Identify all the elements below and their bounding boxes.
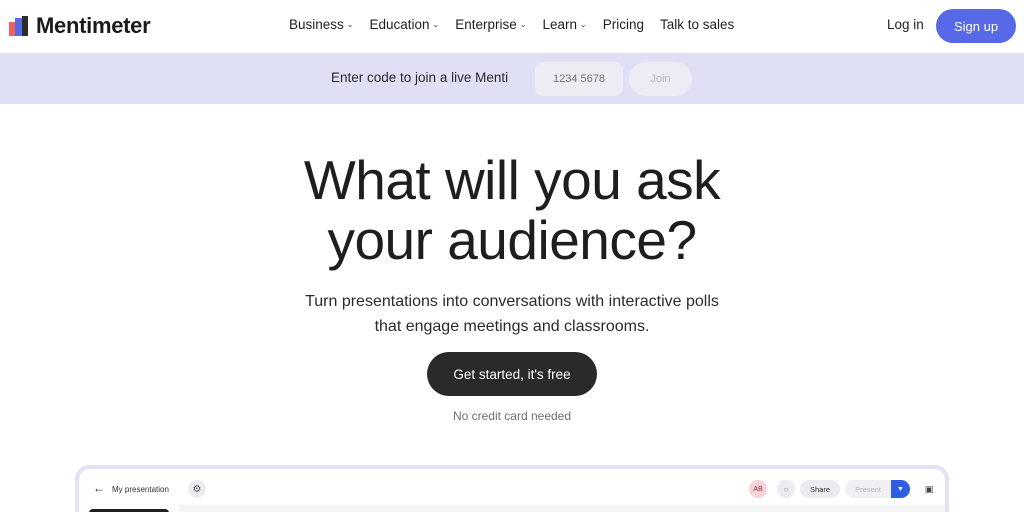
join-code-bar: Enter code to join a live Menti: [0, 53, 1024, 104]
app-preview-window: ← My presentation ⚙ AB ○ Share Present ▼…: [79, 469, 945, 512]
hero-headline: What will you ask your audience?: [0, 150, 1024, 270]
no-credit-card-note: No credit card needed: [452, 409, 572, 423]
nav-enterprise[interactable]: Enterprise ⌄: [455, 17, 526, 32]
top-navbar: Mentimeter Business ⌄ Education ⌄ Enterpri…: [0, 0, 1024, 53]
chevron-down-icon: ⌄: [432, 20, 440, 29]
nav-enterprise-label: Enterprise: [455, 17, 517, 32]
hero-subtitle: Turn presentations into conversations wi…: [0, 289, 1024, 339]
avatar[interactable]: AB: [749, 480, 767, 498]
join-code-label: Enter code to join a live Menti: [331, 70, 509, 85]
join-code-input[interactable]: [535, 62, 623, 96]
chevron-down-icon[interactable]: ▼: [891, 480, 910, 498]
hero-subtitle-line1: Turn presentations into conversations wi…: [305, 293, 719, 310]
nav-education[interactable]: Education ⌄: [369, 17, 439, 32]
chevron-down-icon: ⌄: [519, 20, 527, 29]
mentimeter-logo-icon: [9, 16, 28, 36]
nav-talk-to-sales-label: Talk to sales: [659, 17, 735, 32]
nav-business[interactable]: Business ⌄: [289, 17, 353, 32]
nav-education-label: Education: [369, 17, 430, 32]
login-link[interactable]: Log in: [887, 17, 924, 32]
hero-headline-line1: What will you ask: [303, 149, 721, 211]
brand-name: Mentimeter: [36, 13, 151, 38]
share-button[interactable]: Share: [800, 480, 840, 498]
app-preview-frame: ← My presentation ⚙ AB ○ Share Present ▼…: [75, 465, 949, 512]
nav-learn-label: Learn: [542, 17, 577, 32]
hero-headline-line2: your audience?: [327, 209, 697, 271]
mentimeter-logo[interactable]: Mentimeter: [9, 13, 151, 39]
signup-button[interactable]: Sign up: [936, 9, 1016, 43]
get-started-button[interactable]: Get started, it's free: [427, 352, 597, 396]
gear-icon[interactable]: ⚙: [188, 480, 206, 498]
slide-canvas: [179, 505, 945, 512]
chevron-down-icon: ⌄: [580, 20, 587, 29]
nav-talk-to-sales[interactable]: Talk to sales: [660, 17, 734, 32]
presentation-title: My presentation: [112, 485, 169, 494]
nav-pricing-label: Pricing: [602, 17, 644, 32]
chevron-down-icon: ⌄: [346, 20, 354, 29]
present-button[interactable]: Present: [845, 480, 891, 498]
join-button[interactable]: Join: [629, 62, 692, 96]
nav-pricing[interactable]: Pricing: [603, 17, 644, 32]
main-menu: Business ⌄ Education ⌄ Enterprise ⌄ Learn ⌄ …: [289, 17, 750, 32]
nav-business-label: Business: [289, 17, 344, 32]
window-icon[interactable]: ▣: [921, 480, 937, 498]
collaborator-icon[interactable]: ○: [777, 480, 795, 498]
hero-subtitle-line2: that engage meetings and classrooms.: [374, 318, 650, 335]
back-arrow-icon[interactable]: ←: [93, 481, 105, 495]
nav-learn[interactable]: Learn ⌄: [542, 17, 586, 32]
